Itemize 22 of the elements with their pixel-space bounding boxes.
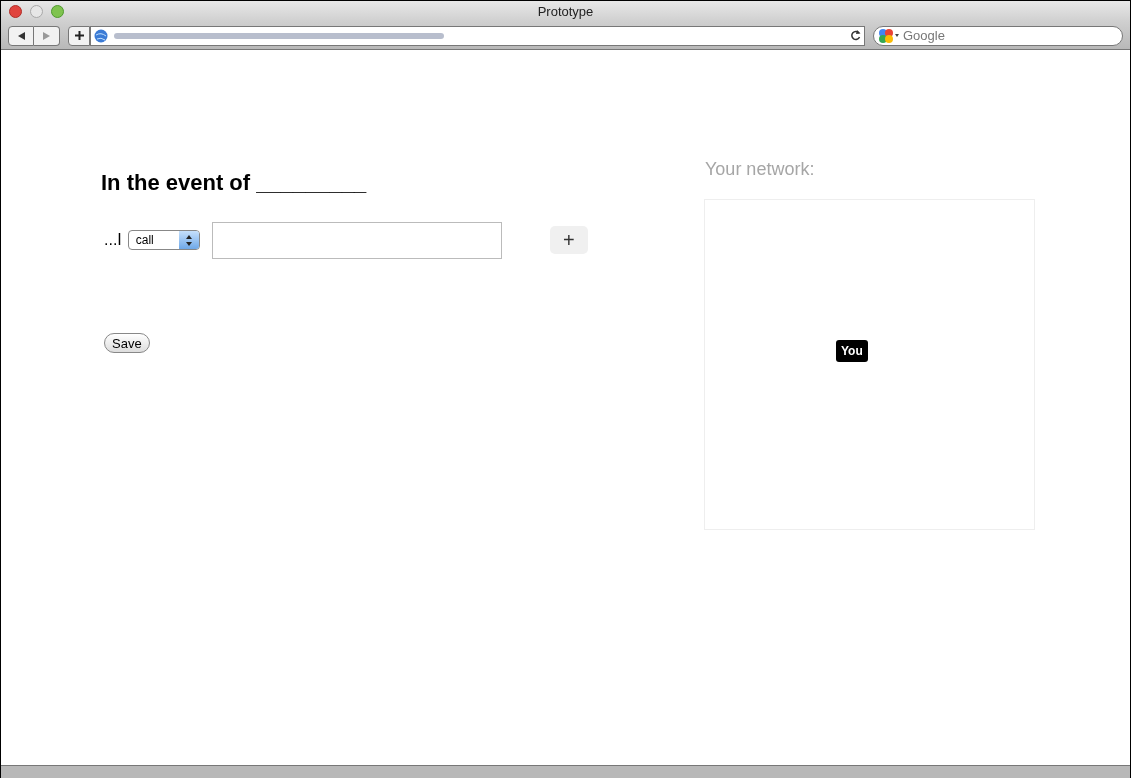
back-icon [17, 31, 25, 40]
contact-input[interactable] [211, 221, 502, 259]
search-engine-icon [878, 27, 900, 44]
forward-button[interactable] [34, 25, 60, 46]
network-node[interactable]: You [836, 340, 868, 362]
window-title: Prototype [537, 2, 594, 21]
stepper-icon [185, 234, 192, 246]
add-bookmark-button[interactable] [68, 25, 90, 46]
add-button[interactable]: + [549, 226, 588, 254]
globe-icon [94, 28, 108, 43]
reload-icon[interactable] [850, 30, 861, 41]
address-field[interactable] [90, 25, 865, 46]
network-title: Your network: [705, 158, 816, 181]
prefix-label: ...I [104, 230, 122, 250]
save-button[interactable]: Save [104, 333, 150, 353]
plus-icon [74, 31, 84, 40]
action-select[interactable]: call [127, 230, 200, 250]
close-icon[interactable] [9, 5, 22, 18]
zoom-icon[interactable] [51, 5, 64, 18]
back-button[interactable] [8, 25, 34, 46]
forward-icon [43, 31, 50, 40]
heading: In the event of _________ [101, 169, 368, 197]
